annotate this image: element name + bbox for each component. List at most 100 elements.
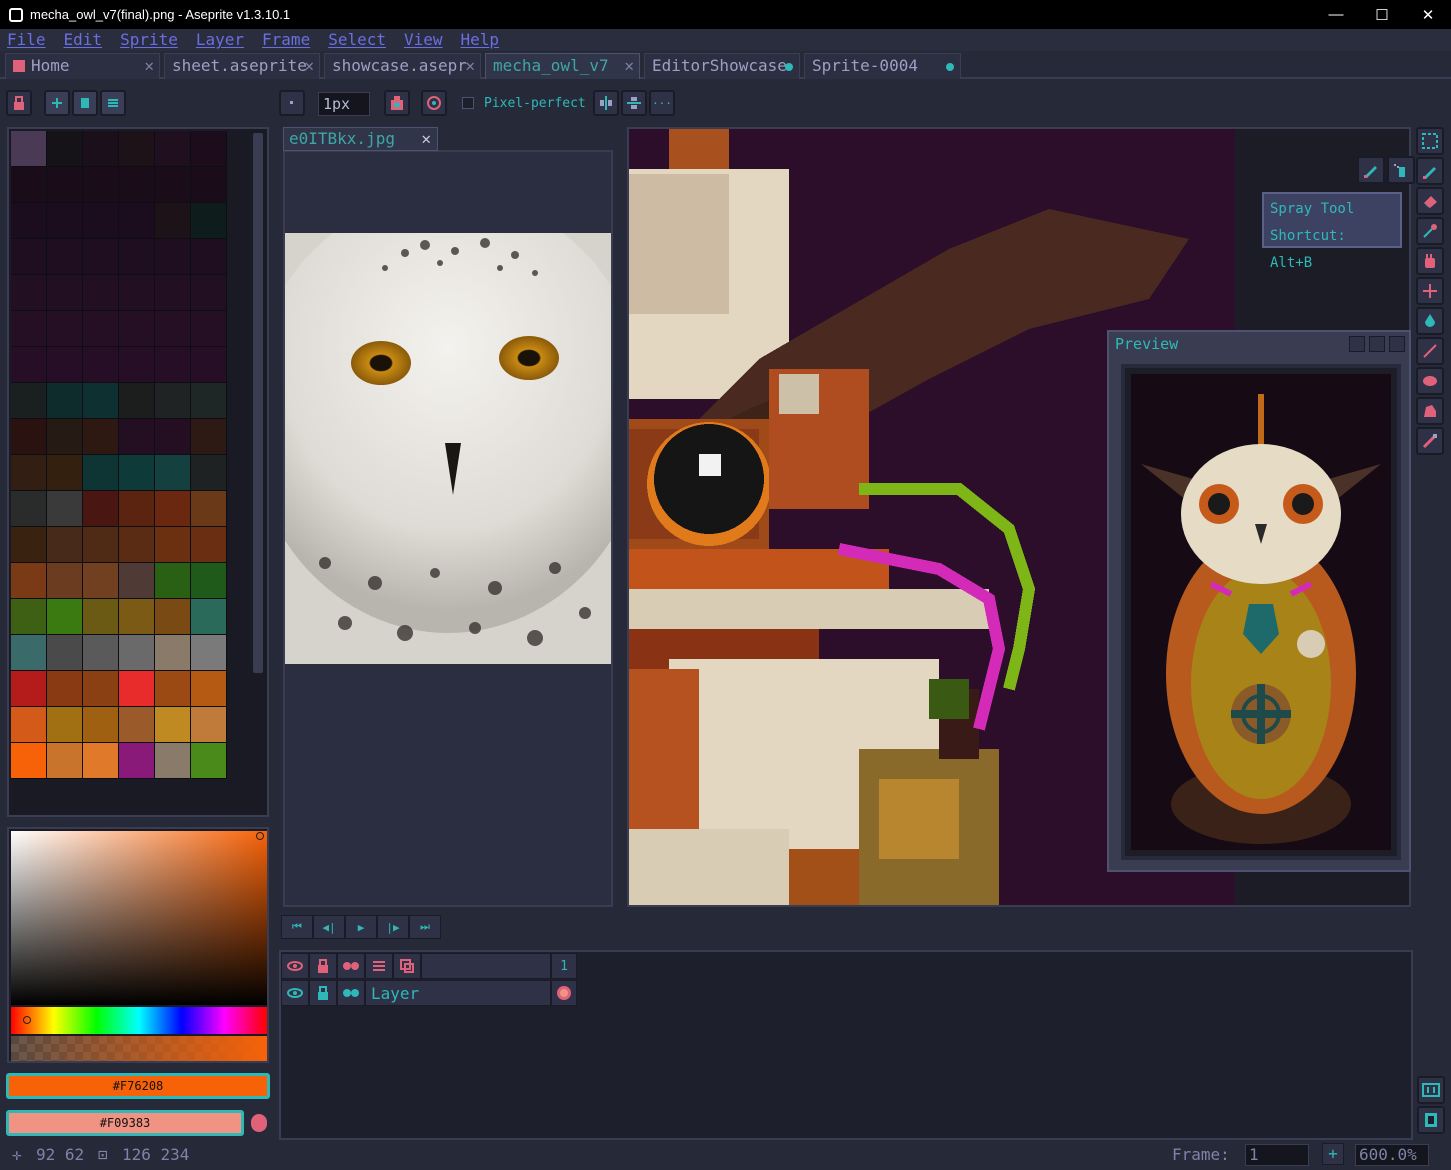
palette-swatch[interactable]	[191, 707, 227, 743]
palette-swatch[interactable]	[191, 383, 227, 419]
last-frame-button[interactable]: ⏭	[409, 915, 441, 939]
next-frame-button[interactable]: |▶	[377, 915, 409, 939]
menu-layer[interactable]: Layer	[196, 29, 244, 51]
rectangular-marquee-tool[interactable]	[1416, 127, 1444, 155]
palette-swatch[interactable]	[83, 671, 119, 707]
palette-swatch[interactable]	[119, 203, 155, 239]
palette-swatch[interactable]	[119, 563, 155, 599]
palette-swatch[interactable]	[83, 563, 119, 599]
hue-cursor[interactable]	[23, 1016, 31, 1024]
menu-select[interactable]: Select	[328, 29, 386, 51]
palette-swatch[interactable]	[83, 203, 119, 239]
palette-swatch[interactable]	[191, 311, 227, 347]
palette-swatch[interactable]	[83, 347, 119, 383]
first-frame-button[interactable]: ⏮	[281, 915, 313, 939]
palette-swatch[interactable]	[47, 239, 83, 275]
close-tab-icon[interactable]: ✕	[144, 54, 154, 78]
tab-mecha-owl[interactable]: mecha_owl_v7 ✕	[485, 53, 640, 79]
palette-swatch[interactable]	[155, 239, 191, 275]
layer-settings-icon[interactable]	[365, 953, 393, 979]
palette-swatch[interactable]	[11, 707, 47, 743]
palette-swatch[interactable]	[83, 419, 119, 455]
palette-swatch[interactable]	[191, 563, 227, 599]
palette-swatch[interactable]	[47, 203, 83, 239]
palette-swatch[interactable]	[11, 203, 47, 239]
tab-sprite-0004[interactable]: Sprite-0004	[804, 53, 961, 79]
palette-swatch[interactable]	[119, 635, 155, 671]
palette-swatch[interactable]	[155, 455, 191, 491]
move-tool[interactable]	[1416, 277, 1444, 305]
palette-swatch[interactable]	[191, 455, 227, 491]
spray-tool-option[interactable]	[1387, 156, 1415, 184]
palette-swatch[interactable]	[191, 239, 227, 275]
lock-header-icon[interactable]	[309, 953, 337, 979]
lock-palette-button[interactable]	[6, 90, 32, 116]
preview-fullscreen-icon[interactable]	[1349, 336, 1365, 352]
layer-visibility-toggle[interactable]	[281, 980, 309, 1006]
palette-swatch[interactable]	[11, 527, 47, 563]
close-reference-icon[interactable]: ✕	[421, 128, 431, 150]
layer-continuous-toggle[interactable]	[337, 980, 365, 1006]
palette-swatch[interactable]	[83, 239, 119, 275]
pixel-perfect-checkbox[interactable]	[462, 97, 474, 109]
zoom-input[interactable]: 600.0%	[1355, 1144, 1429, 1166]
palette-swatch[interactable]	[155, 599, 191, 635]
palette-swatch[interactable]	[47, 599, 83, 635]
play-button[interactable]: ▶	[345, 915, 377, 939]
palette-swatch[interactable]	[119, 131, 155, 167]
palette-swatch[interactable]	[119, 167, 155, 203]
tab-showcase[interactable]: showcase.asepr ✕	[324, 53, 481, 79]
palette-swatch[interactable]	[119, 491, 155, 527]
palette-swatch[interactable]	[83, 491, 119, 527]
tab-sheet[interactable]: sheet.aseprite ✕	[164, 53, 320, 79]
palette-scrollbar[interactable]	[253, 133, 263, 673]
palette-swatch[interactable]	[119, 239, 155, 275]
saturation-value-square[interactable]	[11, 831, 267, 1005]
layer-lock-toggle[interactable]	[309, 980, 337, 1006]
palette-swatch[interactable]	[47, 743, 83, 779]
eyedropper-tool[interactable]	[1416, 217, 1444, 245]
palette-swatch[interactable]	[155, 707, 191, 743]
palette-swatch[interactable]	[11, 383, 47, 419]
ellipse-tool[interactable]	[1416, 367, 1444, 395]
palette-swatch[interactable]	[47, 311, 83, 347]
palette-swatch[interactable]	[47, 347, 83, 383]
brush-type-button[interactable]	[279, 90, 305, 116]
reference-tab[interactable]: e0ITBkx.jpg ✕	[283, 127, 438, 151]
palette-swatch[interactable]	[119, 671, 155, 707]
palette-swatch[interactable]	[191, 347, 227, 383]
maximize-button[interactable]: ☐	[1359, 0, 1405, 29]
palette-swatch[interactable]	[155, 635, 191, 671]
palette-swatch[interactable]	[11, 491, 47, 527]
add-frame-button[interactable]: +	[1322, 1143, 1344, 1165]
palette-swatch[interactable]	[83, 527, 119, 563]
palette-swatch[interactable]	[83, 455, 119, 491]
palette-swatch[interactable]	[83, 167, 119, 203]
palette-swatch[interactable]	[11, 743, 47, 779]
foreground-color-bar[interactable]: #F76208	[6, 1073, 270, 1099]
tab-home[interactable]: Home ✕	[5, 53, 160, 79]
palette-swatch[interactable]	[47, 167, 83, 203]
menu-file[interactable]: File	[7, 29, 46, 51]
palette-swatch[interactable]	[191, 671, 227, 707]
menu-view[interactable]: View	[404, 29, 443, 51]
palette-swatch[interactable]	[191, 599, 227, 635]
ink-type-button[interactable]	[384, 90, 410, 116]
palette-swatch[interactable]	[83, 599, 119, 635]
line-tool[interactable]	[1416, 337, 1444, 365]
palette-swatch[interactable]	[83, 275, 119, 311]
symmetry-horizontal-button[interactable]	[621, 90, 647, 116]
minimize-button[interactable]: —	[1313, 0, 1359, 29]
palette-swatch[interactable]	[83, 131, 119, 167]
previous-frame-button[interactable]: ◀|	[313, 915, 345, 939]
palette-swatch[interactable]	[83, 383, 119, 419]
hand-tool[interactable]	[1416, 247, 1444, 275]
palette-swatch[interactable]	[155, 419, 191, 455]
palette-swatch[interactable]	[47, 455, 83, 491]
palette-options-button[interactable]	[72, 90, 98, 116]
pencil-tool[interactable]	[1416, 157, 1444, 185]
palette-swatch[interactable]	[155, 311, 191, 347]
palette-swatch[interactable]	[47, 131, 83, 167]
palette-swatch[interactable]	[191, 491, 227, 527]
palette-swatch[interactable]	[191, 275, 227, 311]
